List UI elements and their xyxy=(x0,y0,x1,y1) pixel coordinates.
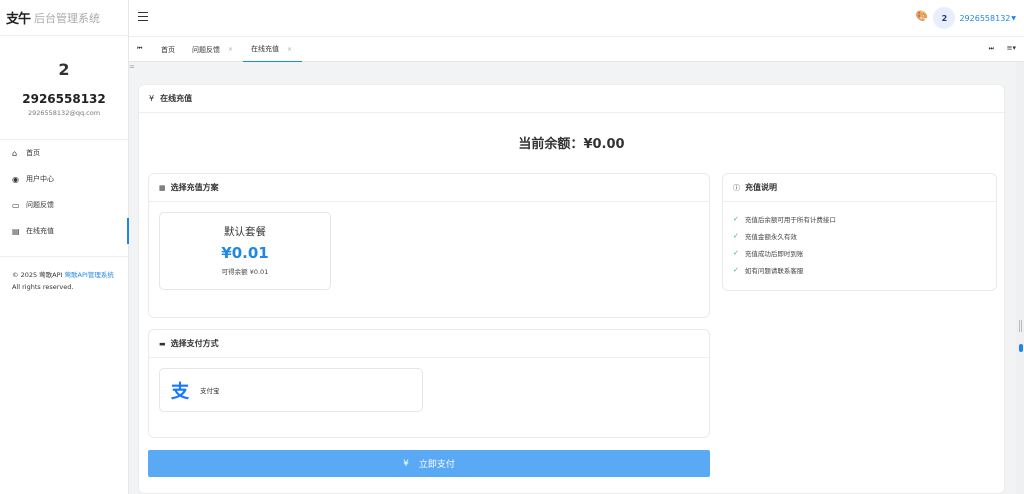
plans-panel: ▦ 选择充值方案 默认套餐 ¥0.01 可得余额 ¥0.01 xyxy=(148,173,710,318)
user-name: 2926558132 xyxy=(959,13,1011,23)
top-bar: 🎨 2 2926558132 ▼ xyxy=(129,0,1024,37)
close-icon[interactable]: × xyxy=(287,46,292,53)
payment-panel: ▬ 选择支付方式 支 支付宝 xyxy=(148,329,710,438)
page-title: 在线充值 xyxy=(160,94,193,103)
list-item: ✓ 充值后余额可用于所有计费接口 xyxy=(733,210,996,227)
tab-label: 问题反馈 xyxy=(192,45,220,54)
tab-menu-icon[interactable]: ≡▾ xyxy=(1007,44,1016,52)
sidebar-collapse-icon[interactable]: = xyxy=(129,63,135,71)
payment-option-alipay[interactable]: 支 支付宝 xyxy=(159,368,423,412)
notes-title: 充值说明 xyxy=(745,183,777,192)
panel-header: ▬ 选择支付方式 xyxy=(149,330,709,358)
sidebar-item-label: 问题反馈 xyxy=(26,201,54,209)
check-circle-icon: ✓ xyxy=(733,214,739,223)
yen-icon: ¥ xyxy=(403,458,409,469)
brand[interactable]: 支午 后台管理系统 xyxy=(0,0,128,36)
check-circle-icon: ✓ xyxy=(733,248,739,257)
sidebar-item-home[interactable]: ⌂ 首页 xyxy=(0,140,128,166)
svg-text:支: 支 xyxy=(170,380,190,401)
list-item: ✓ 充值金额永久有效 xyxy=(733,227,996,244)
balance-value: ¥0.00 xyxy=(583,137,625,152)
plan-name: 默认套餐 xyxy=(224,226,266,238)
tab-label: 在线充值 xyxy=(251,45,279,53)
copyright-suffix: All rights reserved. xyxy=(12,283,74,291)
plan-option[interactable]: 默认套餐 ¥0.01 可得余额 ¥0.01 xyxy=(159,212,331,290)
user-profile: 2 2926558132 2926558132@qq.com xyxy=(0,36,128,140)
info-icon: ⓘ xyxy=(733,183,740,192)
profile-email: 2926558132@qq.com xyxy=(27,109,101,117)
card-icon: ▤ xyxy=(12,226,20,236)
sidebar-item-feedback[interactable]: ▭ 问题反馈 xyxy=(0,192,128,218)
copyright-prefix: © 2025 莺歌API xyxy=(12,271,65,279)
yen-icon: ¥ xyxy=(149,94,155,103)
balance-label: 当前余额： xyxy=(518,137,584,152)
notes-panel: ⓘ 充值说明 ✓ 充值后余额可用于所有计费接口 ✓ 充值金额永久有效 ✓ 充值成功后即… xyxy=(722,173,997,291)
feedback-icon: ▭ xyxy=(12,200,20,210)
scrollbar[interactable] xyxy=(1016,62,1024,494)
profile-name: 2926558132 xyxy=(22,92,106,106)
avatar: 2 xyxy=(933,7,956,29)
close-icon[interactable]: × xyxy=(228,46,233,53)
menu-toggle-icon[interactable] xyxy=(138,12,148,24)
home-icon: ⌂ xyxy=(12,148,18,158)
tab-scroll-left-icon[interactable]: ⏮ xyxy=(137,45,142,53)
tab-home[interactable]: 首页 xyxy=(161,37,175,62)
current-balance: 当前余额：¥0.00 xyxy=(139,133,1004,152)
copyright-link[interactable]: 莺歌API管理系统 xyxy=(65,271,114,279)
recharge-card: ¥ 在线充值 当前余额：¥0.00 ▦ 选择充值方案 默认套餐 ¥0.01 可得… xyxy=(138,84,1005,494)
copyright: © 2025 莺歌API 莺歌API管理系统 All rights reserv… xyxy=(0,257,128,305)
panel-header: ▦ 选择充值方案 xyxy=(149,174,709,202)
payment-title: 选择支付方式 xyxy=(170,339,219,348)
note-text: 充值后余额可用于所有计费接口 xyxy=(744,215,836,224)
pay-now-button[interactable]: ¥ 立即支付 xyxy=(148,450,710,477)
panel-header: ⓘ 充值说明 xyxy=(723,174,996,202)
alipay-icon: 支 xyxy=(170,380,190,401)
chevron-down-icon: ▼ xyxy=(1011,14,1016,22)
tab-bar: ⏮ 首页 问题反馈 × 在线充值 × ⏭ ≡▾ xyxy=(129,37,1024,62)
brand-title: 后台管理系统 xyxy=(34,11,101,25)
scroll-grip xyxy=(1019,320,1022,332)
brand-logo: 支午 xyxy=(6,12,31,27)
note-text: 如有问题请联系客服 xyxy=(744,266,804,275)
plan-note: 可得余额 ¥0.01 xyxy=(221,268,269,276)
note-text: 充值金额永久有效 xyxy=(744,232,797,241)
tab-label: 首页 xyxy=(161,45,175,54)
user-circle-icon: ◉ xyxy=(12,174,19,184)
sidebar-item-label: 在线充值 xyxy=(26,227,54,235)
scroll-thumb[interactable] xyxy=(1019,344,1023,352)
profile-avatar: 2 xyxy=(58,60,70,79)
wallet-icon: ▬ xyxy=(159,339,166,348)
package-icon: ▦ xyxy=(159,183,166,192)
list-item: ✓ 如有问题请联系客服 xyxy=(733,261,996,278)
sidebar: 支午 后台管理系统 2 2926558132 2926558132@qq.com… xyxy=(0,0,129,494)
sidebar-item-label: 首页 xyxy=(26,149,40,157)
sidebar-item-label: 用户中心 xyxy=(26,175,54,183)
tab-recharge[interactable]: 在线充值 × xyxy=(243,37,303,62)
user-menu[interactable]: 2 2926558132 ▼ xyxy=(933,7,1016,29)
check-circle-icon: ✓ xyxy=(733,265,739,274)
pay-button-label: 立即支付 xyxy=(418,460,455,470)
notes-list: ✓ 充值后余额可用于所有计费接口 ✓ 充值金额永久有效 ✓ 充值成功后即时到账 ✓ 如有… xyxy=(723,202,996,278)
list-item: ✓ 充值成功后即时到账 xyxy=(733,244,996,261)
tab-scroll-right-icon[interactable]: ⏭ xyxy=(989,45,994,53)
payment-label: 支付宝 xyxy=(200,387,220,395)
check-circle-icon: ✓ xyxy=(733,231,739,240)
sidebar-item-user-center[interactable]: ◉ 用户中心 xyxy=(0,166,128,192)
note-text: 充值成功后即时到账 xyxy=(744,249,804,258)
tab-feedback[interactable]: 问题反馈 × xyxy=(192,37,233,62)
plans-title: 选择充值方案 xyxy=(170,183,219,192)
sidebar-item-recharge[interactable]: ▤ 在线充值 xyxy=(0,218,129,244)
plan-price: ¥0.01 xyxy=(221,244,269,262)
palette-icon[interactable]: 🎨 xyxy=(916,11,928,22)
sidebar-nav: ⌂ 首页 ◉ 用户中心 ▭ 问题反馈 ▤ 在线充值 xyxy=(0,140,129,244)
card-header: ¥ 在线充值 xyxy=(139,85,1004,113)
